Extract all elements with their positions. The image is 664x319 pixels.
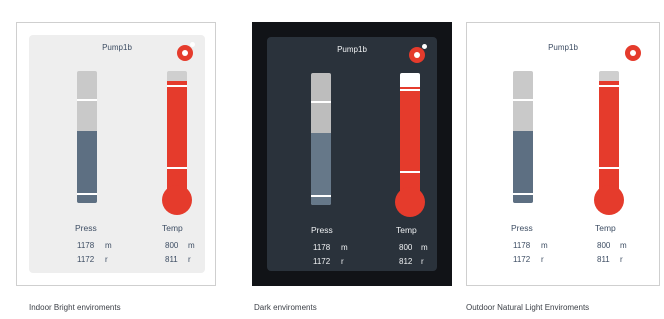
pressure-setpoint-mark [513, 99, 533, 101]
gauge-card: Pump1b Press 1178 m 1172 r Temp 800 m 81… [29, 35, 205, 273]
temperature-bulb [395, 187, 425, 217]
temperature-current-mark [400, 171, 420, 173]
press-r-unit: r [341, 257, 344, 266]
temperature-setpoint-mark [400, 89, 420, 91]
temperature-current-mark [167, 167, 187, 169]
pressure-current-mark [77, 193, 97, 195]
temperature-bulb [162, 185, 192, 215]
temp-r-unit: r [620, 255, 623, 264]
temp-m-value: 800 [165, 241, 179, 250]
press-m-value: 1178 [77, 241, 95, 250]
temp-r-unit: r [421, 257, 424, 266]
press-m-value: 1178 [513, 241, 531, 250]
gauge-card: Pump1b Press 1178 m 1172 r Temp 800 m 81… [267, 37, 437, 271]
alarm-badge-icon[interactable] [625, 42, 643, 61]
temperature-setpoint-mark [599, 85, 619, 87]
gauge-card: Pump1b Press 1178 m 1172 r Temp 800 m 81… [477, 35, 649, 273]
temp-label: Temp [162, 223, 183, 233]
press-r-value: 1172 [513, 255, 531, 264]
press-r-unit: r [541, 255, 544, 264]
temp-r-value: 811 [597, 255, 610, 264]
pressure-setpoint-mark [77, 99, 97, 101]
temp-label: Temp [595, 223, 616, 233]
temperature-gauge-empty [167, 71, 187, 81]
alarm-badge-icon[interactable] [177, 42, 195, 61]
temp-r-unit: r [188, 255, 191, 264]
temp-m-value: 800 [399, 243, 413, 252]
temperature-gauge [599, 71, 619, 191]
caption-indoor: Indoor Bright enviroments [29, 303, 121, 312]
temp-m-value: 800 [597, 241, 611, 250]
pressure-current-mark [311, 195, 331, 197]
temperature-bulb [594, 185, 624, 215]
temperature-gauge [167, 71, 187, 191]
pressure-gauge [77, 71, 97, 203]
temperature-gauge [400, 73, 420, 193]
panel-indoor-bright: Pump1b Press 1178 m 1172 r Temp 800 m 81… [16, 22, 216, 286]
press-label: Press [311, 225, 333, 235]
temp-label: Temp [396, 225, 417, 235]
caption-dark: Dark enviroments [254, 303, 317, 312]
press-m-unit: m [105, 241, 112, 250]
temperature-gauge-empty [400, 73, 420, 87]
pressure-gauge [311, 73, 331, 205]
panel-outdoor: Pump1b Press 1178 m 1172 r Temp 800 m 81… [466, 22, 660, 286]
press-label: Press [75, 223, 97, 233]
temperature-gauge-fill [400, 87, 420, 193]
temp-m-unit: m [188, 241, 195, 250]
temp-m-unit: m [421, 243, 428, 252]
temperature-gauge-empty [599, 71, 619, 81]
caption-outdoor: Outdoor Natural Light Enviroments [466, 303, 590, 312]
temperature-gauge-fill [599, 81, 619, 191]
press-m-value: 1178 [313, 243, 331, 252]
press-m-unit: m [541, 241, 548, 250]
press-label: Press [511, 223, 533, 233]
temp-r-value: 811 [165, 255, 178, 264]
temp-m-unit: m [620, 241, 627, 250]
pressure-current-mark [513, 193, 533, 195]
pressure-gauge [513, 71, 533, 203]
temperature-setpoint-mark [167, 85, 187, 87]
temp-r-value: 812 [399, 257, 413, 266]
panel-dark: Pump1b Press 1178 m 1172 r Temp 800 m 81… [252, 22, 452, 286]
press-r-value: 1172 [77, 255, 95, 264]
card-title: Pump1b [548, 43, 578, 52]
press-m-unit: m [341, 243, 348, 252]
press-r-value: 1172 [313, 257, 331, 266]
press-r-unit: r [105, 255, 108, 264]
alarm-badge-icon[interactable] [409, 44, 427, 63]
pressure-setpoint-mark [311, 101, 331, 103]
temperature-gauge-fill [167, 81, 187, 191]
temperature-current-mark [599, 167, 619, 169]
